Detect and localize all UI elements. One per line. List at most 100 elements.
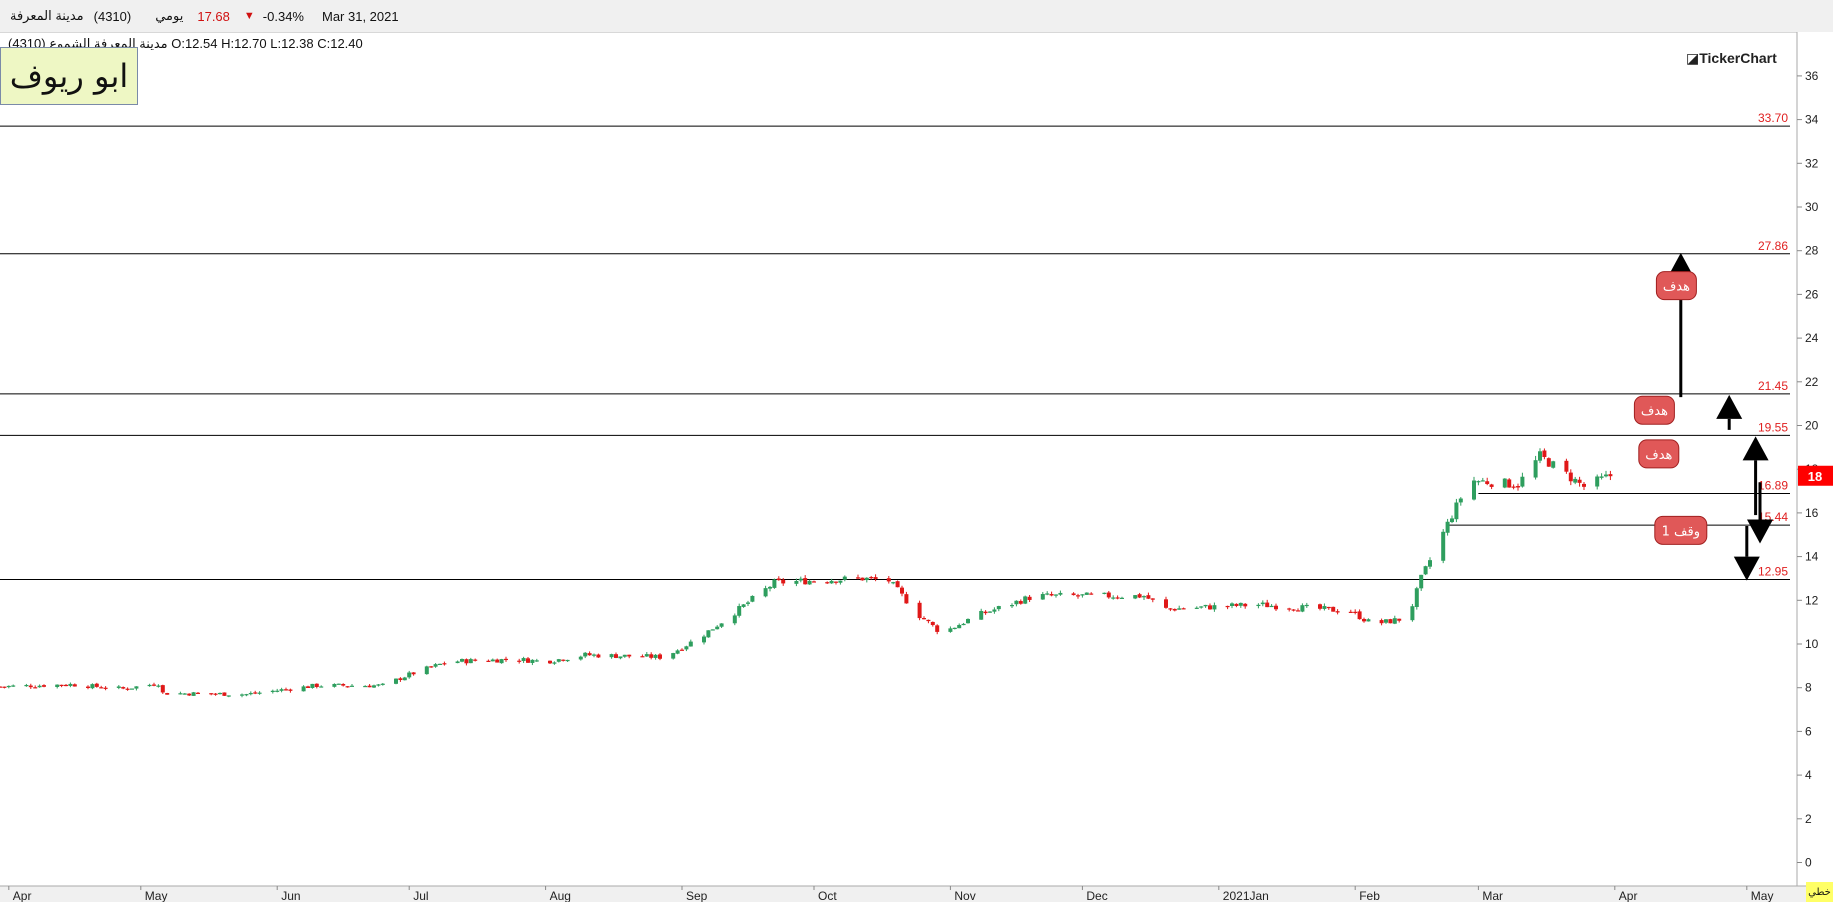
candle-body [275,690,280,692]
x-tick-label: Oct [818,889,837,902]
annotation-label: هدف [1645,448,1672,463]
candle-body [455,661,460,664]
candle-body [1414,588,1419,607]
candle-body [24,684,29,687]
candle-body [1111,597,1116,599]
candle-body [803,578,808,585]
candle-body [1582,483,1586,487]
candle-body [1142,596,1146,598]
candle-body [1577,479,1582,483]
candle-body [622,654,627,657]
candle-body [1208,605,1212,610]
candle-body [1203,604,1208,607]
candle-body [1238,602,1243,606]
candle-body [332,683,337,687]
candle-body [90,684,95,689]
x-tick-label: Dec [1086,889,1107,902]
price-chart[interactable]: 024681012141618202224262830323436AprMayJ… [0,32,1833,902]
y-tick-label: 24 [1805,331,1819,345]
x-tick-label: Nov [954,889,975,902]
candle-body [270,690,275,693]
candle-body [1458,498,1463,503]
candle-body [596,654,601,658]
candle-body [1326,606,1331,609]
candle-body [1410,606,1415,621]
candle-body [226,695,231,697]
candle-body [424,666,429,675]
candle-body [1102,592,1107,594]
candle-body [565,659,570,662]
candle-body [653,654,658,658]
candle-body [609,654,614,658]
candle-body [1164,599,1168,608]
candle-body [253,692,258,694]
candle-body [530,659,535,663]
watermark-label: ابو ريوف [0,47,138,105]
candle-body [1454,502,1459,520]
y-tick-label: 4 [1805,768,1812,782]
candle-body [658,654,662,659]
candle-body [548,660,552,664]
candle-body [1080,594,1085,596]
candle-body [552,662,557,664]
candle-body [869,577,874,579]
candle-body [1168,608,1173,610]
candle-body [1084,592,1089,595]
y-tick-label: 2 [1805,812,1812,826]
candle-body [1476,481,1481,483]
candle-body [248,692,253,695]
annotation-label: هدف [1641,404,1668,419]
candle-body [1225,605,1230,608]
y-tick-label: 10 [1805,637,1819,651]
candle-body [948,628,953,632]
arrow-head [1716,394,1743,419]
y-tick-label: 22 [1805,375,1819,389]
candle-body [1388,619,1393,624]
candle-body [0,686,2,688]
candle-body [864,577,869,581]
candle-body [1392,618,1397,624]
candle-body [1379,620,1384,624]
candle-body [618,656,623,659]
period-selector[interactable]: يومي [155,8,183,24]
x-tick-label: Mar [1482,889,1503,902]
candle-body [68,683,73,686]
candle-body [288,689,293,691]
candle-body [442,663,447,665]
level-label: 21.45 [1758,379,1788,393]
candle-body [930,621,935,626]
down-triangle-icon: ▼ [243,10,255,22]
candle-body [244,694,249,696]
candle-body [460,658,464,662]
candle-body [680,649,684,651]
annotation-label: وقف 1 [1662,524,1700,539]
candle-body [398,678,403,681]
x-tick-label: Aug [550,889,571,902]
candle-body [363,685,368,688]
candle-body [240,694,244,696]
candle-body [1357,611,1362,620]
level-label: 33.70 [1758,111,1788,125]
candle-body [1054,594,1058,596]
candle-body [1423,566,1428,575]
candle-body [1384,619,1388,623]
candle-body [1023,596,1028,604]
scale-type-toggle[interactable]: خطي [1806,882,1833,902]
candle-body [64,684,68,687]
tickerchart-logo: ◪TickerChart [1686,50,1777,66]
candle-body [1194,607,1199,609]
candle-body [1071,593,1076,596]
candle-body [473,659,478,661]
candle-body [411,672,416,675]
last-price: 17.68 [197,8,230,24]
candle-body [121,687,126,689]
candle-body [1230,603,1234,607]
stock-name[interactable]: مدينة المعرفة [10,8,84,24]
candle-body [1428,560,1432,567]
candle-body [1274,605,1278,610]
candle-body [341,683,346,686]
candle-body [1076,595,1080,597]
candle-body [1260,602,1265,605]
candle-body [776,578,781,581]
candle-body [829,580,834,584]
